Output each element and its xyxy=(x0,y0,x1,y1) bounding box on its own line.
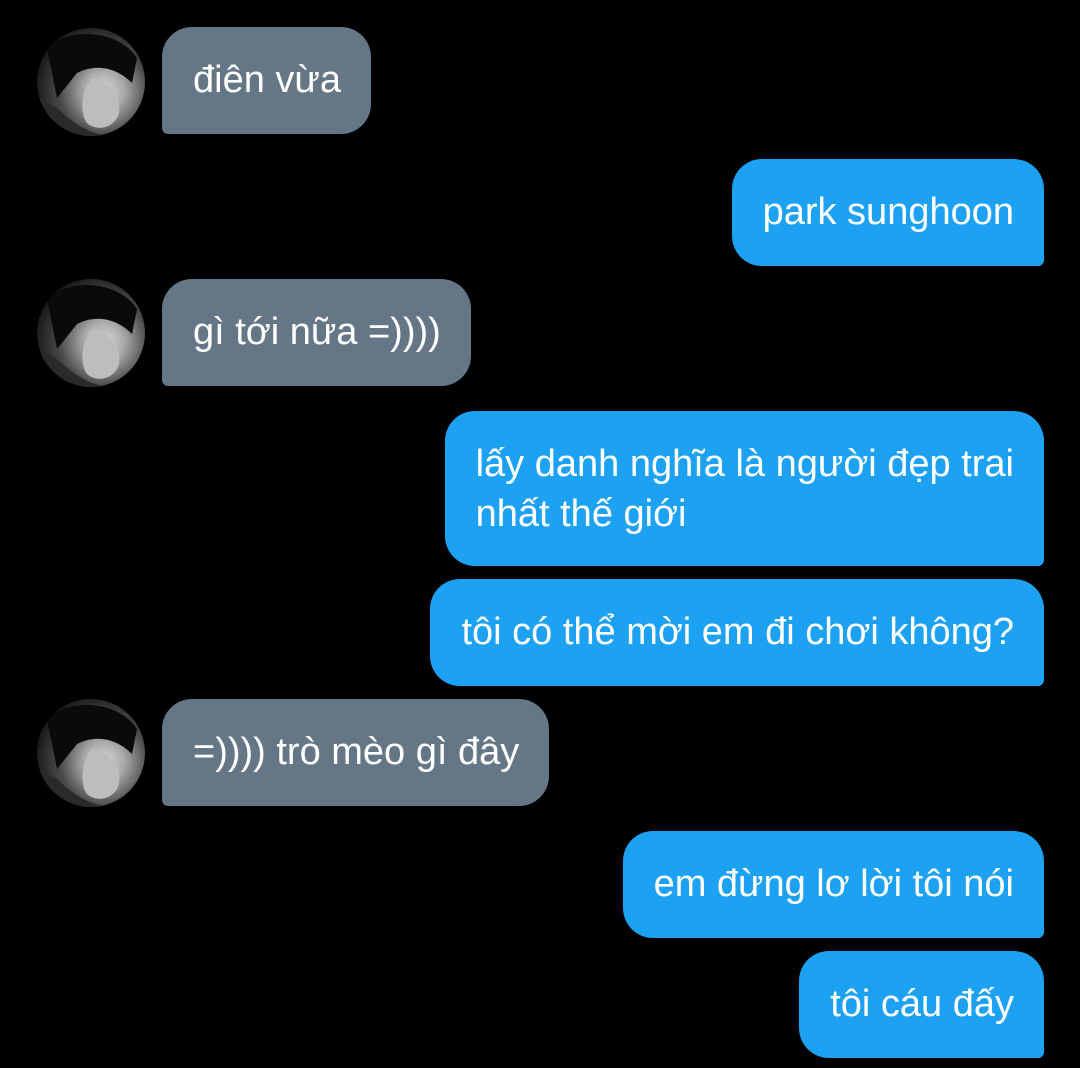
message-bubble-outgoing[interactable]: em đừng lơ lời tôi nói xyxy=(622,831,1044,938)
message-bubble-outgoing[interactable]: tôi có thể mời em đi chơi không? xyxy=(430,579,1044,686)
message-bubble-outgoing[interactable]: park sunghoon xyxy=(731,159,1044,266)
message-text-line: lấy danh nghĩa là người đẹp trai xyxy=(475,443,1014,485)
message-text: tôi có thể mời em đi chơi không? xyxy=(461,611,1014,653)
message-bubble-outgoing[interactable]: lấy danh nghĩa là người đẹp trai nhất th… xyxy=(444,411,1044,566)
message-text: điên vừa xyxy=(193,59,341,101)
avatar-photo-icon xyxy=(37,285,137,387)
message-text: gì tới nữa =)))) xyxy=(193,311,441,353)
message-bubble-incoming[interactable]: gì tới nữa =)))) xyxy=(162,279,471,386)
avatar-photo-icon xyxy=(37,34,137,136)
message-text: =)))) trò mèo gì đây xyxy=(193,731,520,773)
message-bubble-incoming[interactable]: điên vừa xyxy=(162,27,371,134)
message-bubble-outgoing[interactable]: tôi cáu đấy xyxy=(799,951,1044,1058)
contact-avatar[interactable] xyxy=(37,279,145,387)
message-text: em đừng lơ lời tôi nói xyxy=(653,863,1014,905)
message-bubble-incoming[interactable]: =)))) trò mèo gì đây xyxy=(162,699,550,806)
message-text: park sunghoon xyxy=(762,191,1014,233)
contact-avatar[interactable] xyxy=(37,28,145,136)
avatar-photo-icon xyxy=(37,705,137,807)
message-text: tôi cáu đấy xyxy=(830,983,1014,1025)
contact-avatar[interactable] xyxy=(37,699,145,807)
message-text-line: nhất thế giới xyxy=(475,493,687,535)
